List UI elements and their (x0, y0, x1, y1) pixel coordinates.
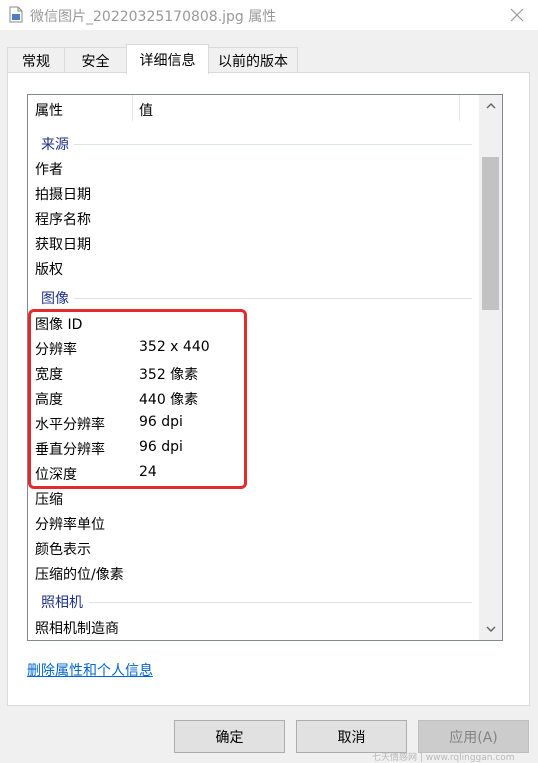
cancel-button[interactable]: 取消 (296, 720, 407, 753)
property-rows: 来源 作者 拍摄日期 程序名称 获取日期 版权 图像 图像 ID 分辨率 352 … (28, 122, 480, 640)
column-divider[interactable] (459, 95, 460, 121)
close-button[interactable] (496, 0, 538, 30)
list-item[interactable]: 压缩的位/像素 (28, 561, 480, 586)
watermark: 七天情感网 | www.rqlinggan.com (372, 753, 515, 763)
tab-general[interactable]: 常规 (7, 47, 65, 73)
scroll-down-button[interactable] (479, 618, 502, 640)
tab-previous-versions[interactable]: 以前的版本 (208, 47, 298, 73)
list-item[interactable]: 版权 (28, 256, 480, 281)
list-item[interactable]: 高度 440 像素 (28, 386, 480, 411)
list-item[interactable]: 程序名称 (28, 206, 480, 231)
ok-button[interactable]: 确定 (174, 720, 285, 753)
list-item[interactable]: 获取日期 (28, 231, 480, 256)
file-icon (9, 6, 23, 23)
vertical-scrollbar[interactable] (479, 95, 502, 640)
list-item[interactable]: 图像 ID (28, 311, 480, 336)
group-header-source: 来源 (28, 131, 480, 156)
group-header-camera: 照相机 (28, 589, 480, 614)
list-item[interactable]: 水平分辨率 96 dpi (28, 411, 480, 436)
list-item[interactable]: 拍摄日期 (28, 181, 480, 206)
list-item[interactable]: 照相机制造商 (28, 615, 480, 640)
column-header-value[interactable]: 值 (139, 100, 153, 120)
list-item[interactable]: 作者 (28, 156, 480, 181)
scroll-up-icon (486, 103, 495, 109)
group-header-image: 图像 (28, 285, 480, 310)
list-item[interactable]: 颜色表示 (28, 536, 480, 561)
close-icon (510, 8, 524, 22)
scroll-down-icon (486, 626, 495, 632)
list-item[interactable]: 分辨率 352 x 440 (28, 336, 480, 361)
column-header-property[interactable]: 属性 (35, 100, 63, 120)
list-item[interactable]: 垂直分辨率 96 dpi (28, 436, 480, 461)
window-title: 微信图片_20220325170808.jpg 属性 (30, 9, 277, 25)
list-item[interactable]: 位深度 24 (28, 461, 480, 486)
tab-details[interactable]: 详细信息 (126, 44, 209, 74)
scrollbar-thumb[interactable] (482, 157, 499, 310)
column-header: 属性 值 (28, 95, 480, 122)
list-item[interactable]: 宽度 352 像素 (28, 361, 480, 386)
title-bar: 微信图片_20220325170808.jpg 属性 (0, 0, 538, 30)
list-item[interactable]: 压缩 (28, 486, 480, 511)
remove-properties-link[interactable]: 删除属性和个人信息 (27, 660, 153, 680)
list-item[interactable]: 分辨率单位 (28, 511, 480, 536)
property-list[interactable]: 属性 值 来源 作者 拍摄日期 程序名称 获取日期 版权 图像 图像 ID 分辨… (27, 94, 503, 641)
apply-button[interactable]: 应用(A) (418, 720, 529, 753)
tab-security[interactable]: 安全 (64, 47, 127, 73)
scroll-up-button[interactable] (479, 95, 502, 117)
column-divider[interactable] (132, 95, 133, 121)
